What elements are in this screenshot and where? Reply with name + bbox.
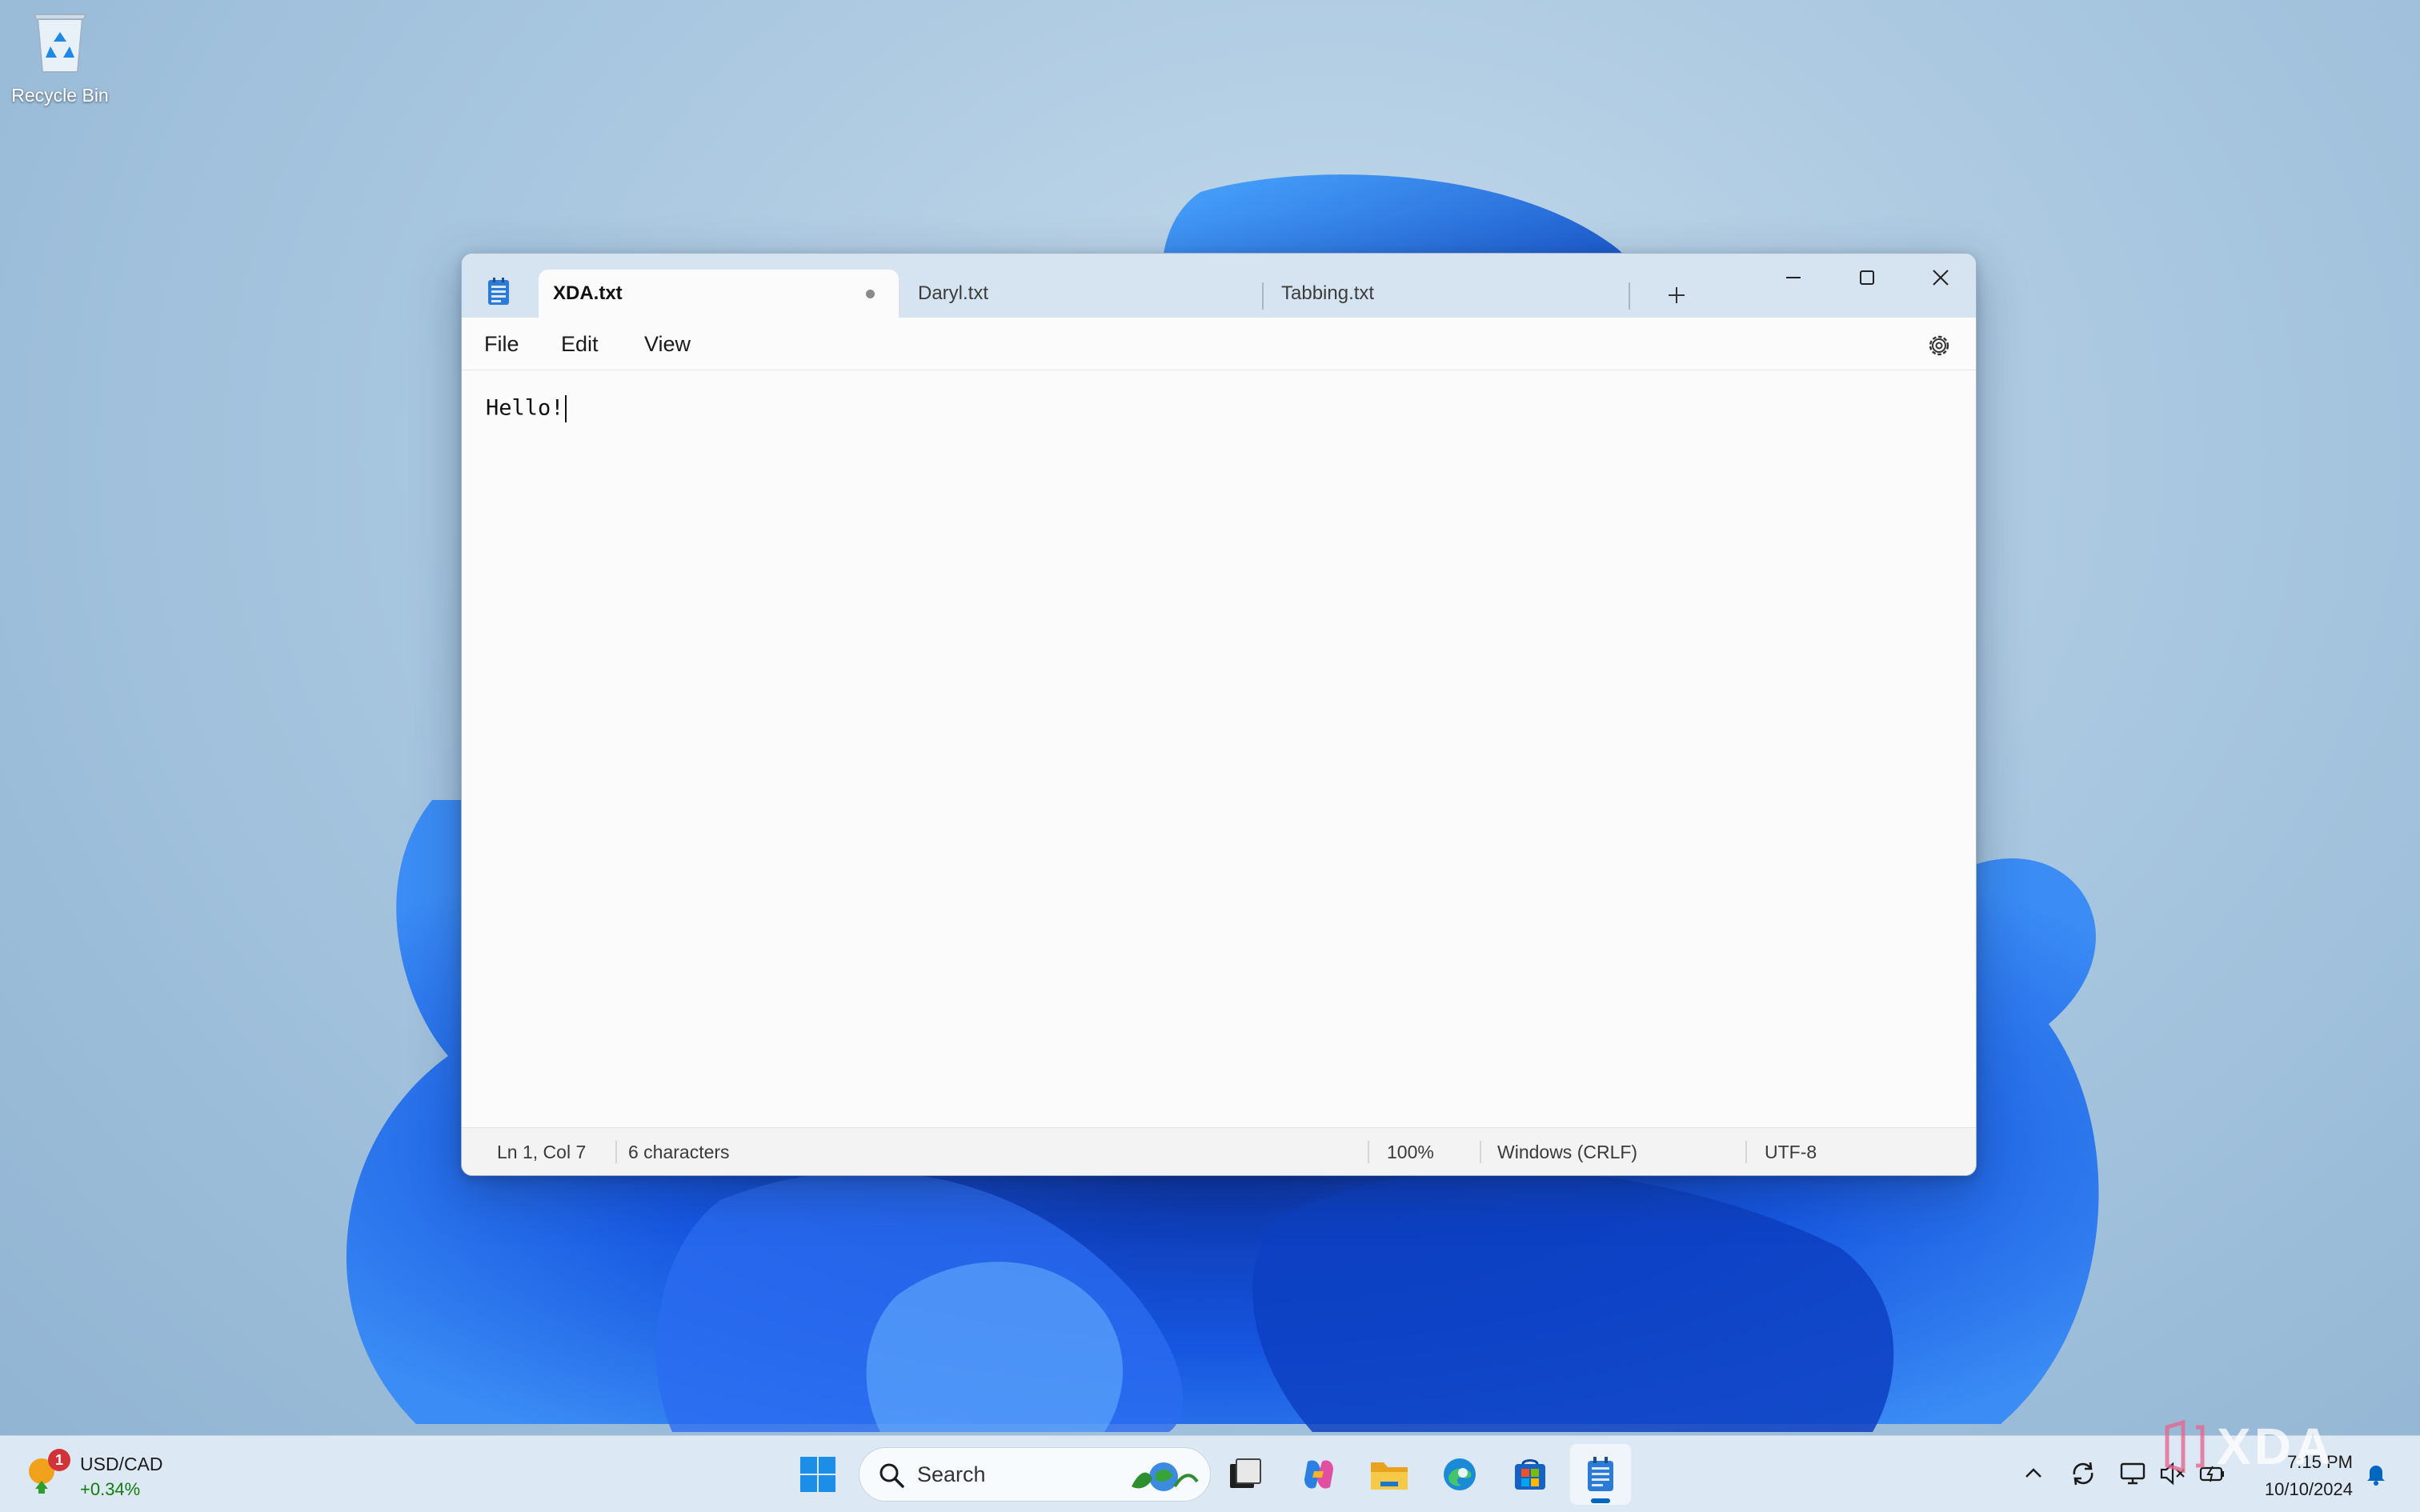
file-explorer-button[interactable] — [1359, 1444, 1420, 1505]
new-tab-button[interactable] — [1657, 276, 1696, 314]
sync-button[interactable] — [2063, 1454, 2103, 1494]
tab-tabbing[interactable]: Tabbing.txt — [1267, 270, 1627, 318]
unsaved-indicator-icon — [866, 290, 875, 298]
search-icon — [879, 1463, 904, 1488]
copilot-button[interactable] — [1288, 1444, 1349, 1505]
active-app-indicator — [1591, 1498, 1610, 1503]
sync-icon — [2073, 1462, 2093, 1486]
close-icon — [1933, 270, 1949, 286]
search-label: Search — [917, 1462, 986, 1486]
menu-bar: File Edit View — [462, 318, 1976, 370]
status-divider — [1480, 1141, 1481, 1163]
status-cursor-position: Ln 1, Col 7 — [497, 1142, 587, 1162]
chevron-up-icon — [2025, 1468, 2041, 1478]
store-button[interactable] — [1500, 1444, 1561, 1505]
start-button[interactable] — [787, 1444, 848, 1505]
title-bar[interactable]: XDA.txt Daryl.txt Tabbing.txt — [462, 254, 1976, 318]
taskbar: 1 USD/CAD +0.34% Search 7:15 PM 10/10/20… — [0, 1435, 2420, 1512]
menu-view[interactable]: View — [644, 318, 691, 370]
maximize-icon — [1860, 270, 1874, 285]
desktop-icon-recycle-bin[interactable]: Recycle Bin — [5, 5, 115, 114]
widget-change: +0.34% — [80, 1479, 141, 1499]
tab-label: Tabbing.txt — [1281, 282, 1375, 304]
gear-icon[interactable] — [1923, 330, 1955, 362]
status-encoding: UTF-8 — [1765, 1142, 1817, 1162]
notepad-window: XDA.txt Daryl.txt Tabbing.txt File Edit … — [461, 253, 1977, 1176]
store-icon — [1515, 1459, 1545, 1490]
widget-title: USD/CAD — [80, 1454, 163, 1474]
editor-content: Hello! — [486, 395, 564, 421]
tab-divider — [1629, 282, 1630, 310]
minimize-icon — [1786, 277, 1801, 278]
network-button[interactable] — [2113, 1454, 2153, 1494]
clock-date: 10/10/2024 — [2264, 1479, 2353, 1499]
tab-divider — [1262, 282, 1264, 310]
widgets-button[interactable]: 1 USD/CAD +0.34% — [26, 1446, 218, 1503]
text-caret — [564, 395, 567, 422]
edge-icon — [1444, 1458, 1476, 1490]
plus-icon — [1669, 287, 1685, 303]
minimize-button[interactable] — [1757, 254, 1830, 302]
status-character-count: 6 characters — [628, 1142, 730, 1162]
status-zoom[interactable]: 100% — [1387, 1128, 1434, 1175]
menu-edit[interactable]: Edit — [561, 318, 599, 370]
tab-label: Daryl.txt — [918, 282, 989, 304]
task-view-icon — [1230, 1458, 1261, 1488]
menu-file[interactable]: File — [484, 318, 519, 370]
svg-text:XDA: XDA — [2217, 1418, 2334, 1475]
recycle-bin-icon — [33, 14, 87, 73]
tab-label: XDA.txt — [553, 282, 623, 304]
status-divider — [1368, 1141, 1369, 1163]
maximize-button[interactable] — [1830, 254, 1904, 302]
start-icon — [800, 1457, 835, 1492]
notepad-icon — [488, 278, 509, 305]
xda-logo: XDA — [2165, 1418, 2334, 1475]
file-explorer-icon — [1371, 1462, 1408, 1490]
notepad-icon — [1588, 1457, 1613, 1491]
tab-xda[interactable]: XDA.txt — [539, 270, 899, 318]
task-view-button[interactable] — [1215, 1444, 1276, 1505]
desktop-icon-label: Recycle Bin — [11, 85, 109, 106]
notification-badge: 1 — [48, 1449, 70, 1471]
text-editor[interactable]: Hello! — [462, 371, 1976, 1128]
status-divider — [1745, 1141, 1747, 1163]
status-divider — [615, 1141, 617, 1163]
show-hidden-icons-button[interactable] — [2013, 1454, 2053, 1494]
network-icon — [2120, 1462, 2146, 1485]
copilot-icon — [1304, 1460, 1333, 1489]
notepad-taskbar-button[interactable] — [1570, 1444, 1631, 1505]
search-input[interactable]: Search — [859, 1447, 1211, 1502]
edge-button[interactable] — [1429, 1444, 1490, 1505]
status-line-ending: Windows (CRLF) — [1497, 1142, 1638, 1162]
status-bar: Ln 1, Col 7 6 characters 100% Windows (C… — [462, 1127, 1976, 1175]
close-button[interactable] — [1904, 254, 1976, 302]
search-highlight-icon — [1132, 1462, 1199, 1491]
tab-daryl[interactable]: Daryl.txt — [903, 270, 1256, 318]
